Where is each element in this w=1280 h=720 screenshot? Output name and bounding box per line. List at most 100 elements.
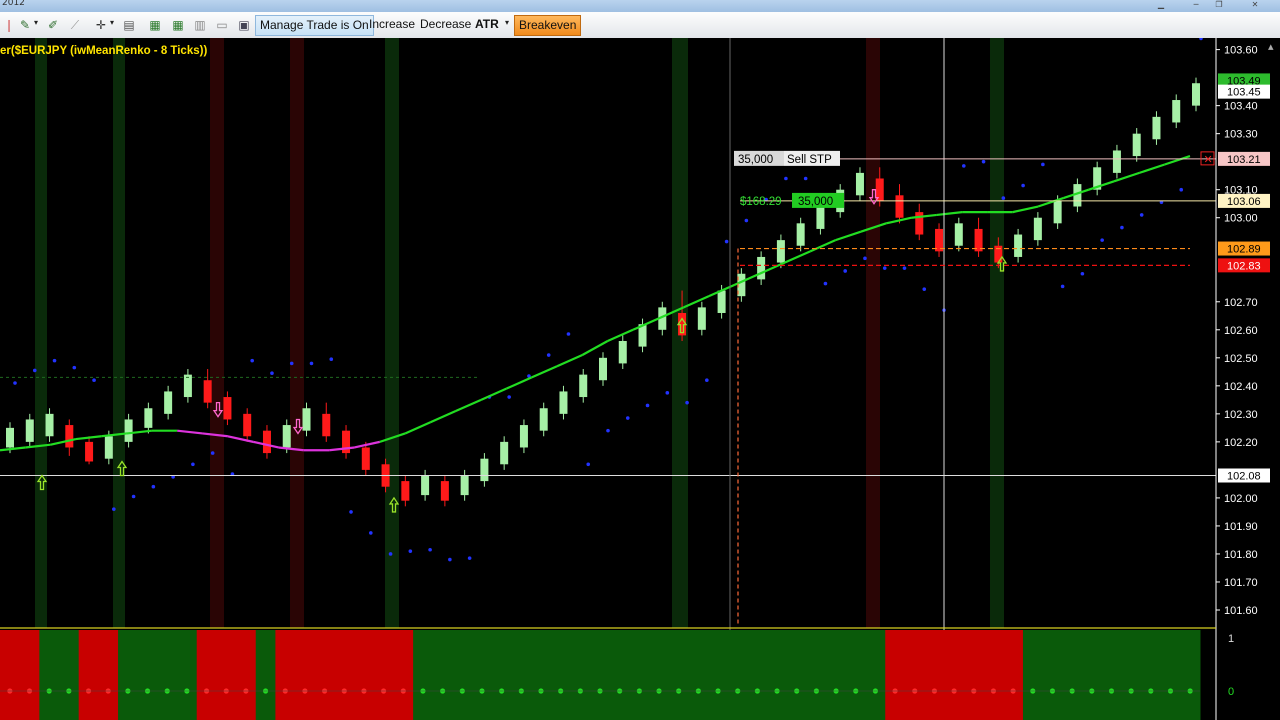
price-chart[interactable]: 35,000 Sell STP $168.29 35,000 ✕ 103.60 103.4…	[0, 38, 1280, 720]
candle-body	[302, 408, 311, 431]
candle-body	[1132, 133, 1141, 157]
window-close-icon[interactable]: ✕	[1244, 0, 1266, 10]
sar-dot	[309, 361, 314, 366]
panel-label-0: 0	[1228, 686, 1234, 698]
data-box-icon[interactable]: ▦	[148, 18, 162, 32]
candle-body	[401, 481, 410, 501]
sar-dot	[408, 549, 413, 553]
sar-dot	[705, 378, 709, 383]
breakeven-button[interactable]: Breakeven	[514, 15, 582, 36]
sar-dot	[1139, 213, 1144, 217]
sar-dot	[112, 507, 116, 511]
chart-background	[0, 38, 1280, 720]
histogram-bar	[157, 630, 178, 720]
histogram-bar	[295, 630, 316, 720]
histogram-bar	[963, 630, 985, 720]
axis-tick-label: 102.40	[1224, 381, 1258, 393]
increase-button[interactable]: Increase	[365, 15, 419, 34]
sar-dot	[606, 428, 610, 433]
sar-dot	[32, 368, 37, 373]
histogram-bar	[550, 630, 571, 720]
sar-dot	[92, 378, 96, 383]
properties-icon[interactable]: ▤	[122, 18, 136, 32]
sar-dot	[1179, 187, 1184, 192]
sar-dot	[1001, 196, 1006, 200]
axis-tick-label: 102.00	[1224, 493, 1258, 505]
candle-body	[25, 419, 34, 442]
sar-dot	[349, 510, 353, 514]
minimize-icon[interactable]: ▁	[1150, 0, 1172, 10]
candle-body	[1172, 100, 1181, 123]
sar-dot	[566, 332, 571, 336]
histogram-bar	[452, 630, 473, 720]
candle-body	[816, 206, 825, 229]
chevron-down-icon[interactable]: ▾	[34, 18, 38, 27]
position-pnl: $168.29	[740, 196, 782, 208]
histogram-bar	[1160, 630, 1181, 720]
sar-dot	[448, 557, 452, 562]
window-minimize-icon[interactable]: ─	[1185, 0, 1207, 10]
histogram-bar	[904, 630, 926, 720]
crosshair-icon[interactable]: ✛	[94, 18, 108, 32]
panel-collapse-icon[interactable]: ▴	[1268, 41, 1274, 53]
price-tag-label: 102.89	[1227, 244, 1261, 256]
signal-shade	[113, 38, 125, 628]
sar-dot	[467, 556, 472, 560]
histogram-bar	[98, 630, 119, 720]
close-icon: ✕	[1204, 154, 1213, 166]
chevron-down-icon[interactable]: ▾	[110, 18, 114, 27]
atr-button[interactable]: ATR	[471, 15, 503, 34]
sell-stop-qty: 35,000	[738, 154, 773, 166]
order-panel-icon[interactable]: ▣	[237, 18, 251, 32]
histogram-bar	[472, 630, 493, 720]
sar-dot	[665, 391, 670, 395]
candle-body	[519, 425, 528, 448]
histogram-bar	[629, 630, 650, 720]
window-restore-icon[interactable]: ❐	[1208, 0, 1230, 10]
sar-dot	[645, 403, 650, 408]
axis-tick-label: 102.60	[1224, 325, 1258, 337]
template-icon[interactable]: ▭	[215, 18, 229, 32]
histogram-bar	[668, 630, 690, 720]
histogram-bar	[236, 630, 257, 720]
axis-tick-label: 102.30	[1224, 409, 1258, 421]
candle-body	[559, 391, 568, 414]
atr-dropdown-icon[interactable]: ▾	[505, 18, 509, 27]
eraser-icon[interactable]: ⟋	[68, 18, 82, 32]
histogram-bar	[944, 630, 965, 720]
sar-dot	[191, 462, 195, 467]
signal-shade	[385, 38, 399, 628]
lower-panel: 10	[0, 627, 1234, 720]
draw-tool-icon[interactable]: ✐	[46, 18, 60, 32]
axis-tick-label: 103.00	[1224, 213, 1258, 225]
histogram-bar	[531, 630, 552, 720]
histogram-bar	[1042, 630, 1063, 720]
histogram-bar	[767, 630, 788, 720]
histogram-bar	[826, 630, 847, 720]
candle-body	[954, 223, 963, 246]
candle-body	[262, 430, 271, 454]
histogram-bar	[786, 630, 808, 720]
chart-style-icon[interactable]: ❘	[2, 18, 16, 32]
pencil-icon[interactable]: ✎	[18, 18, 32, 32]
sell-stop-label: Sell STP	[787, 154, 832, 166]
sar-dot	[52, 358, 57, 363]
strategies-icon[interactable]: ▥	[193, 18, 207, 32]
manage-trade-button[interactable]: Manage Trade is On	[255, 15, 374, 36]
histogram-bar	[255, 630, 276, 720]
histogram-bar	[373, 630, 394, 720]
sar-dot	[1021, 183, 1025, 188]
histogram-bar	[1081, 630, 1103, 720]
indicators-icon[interactable]: ▦	[171, 18, 185, 32]
sar-dot	[250, 358, 254, 363]
sar-dot	[151, 484, 156, 489]
sar-dot	[625, 416, 630, 420]
candle-body	[480, 458, 489, 482]
candle-body	[282, 425, 291, 448]
decrease-button[interactable]: Decrease	[416, 15, 475, 34]
chart-title: er($EURJPY (iwMeanRenko - 8 Ticks))	[0, 45, 207, 57]
candle-body	[1192, 83, 1200, 106]
candle-body	[440, 481, 449, 501]
sar-dot	[1080, 271, 1085, 276]
histogram-bar	[747, 630, 768, 720]
